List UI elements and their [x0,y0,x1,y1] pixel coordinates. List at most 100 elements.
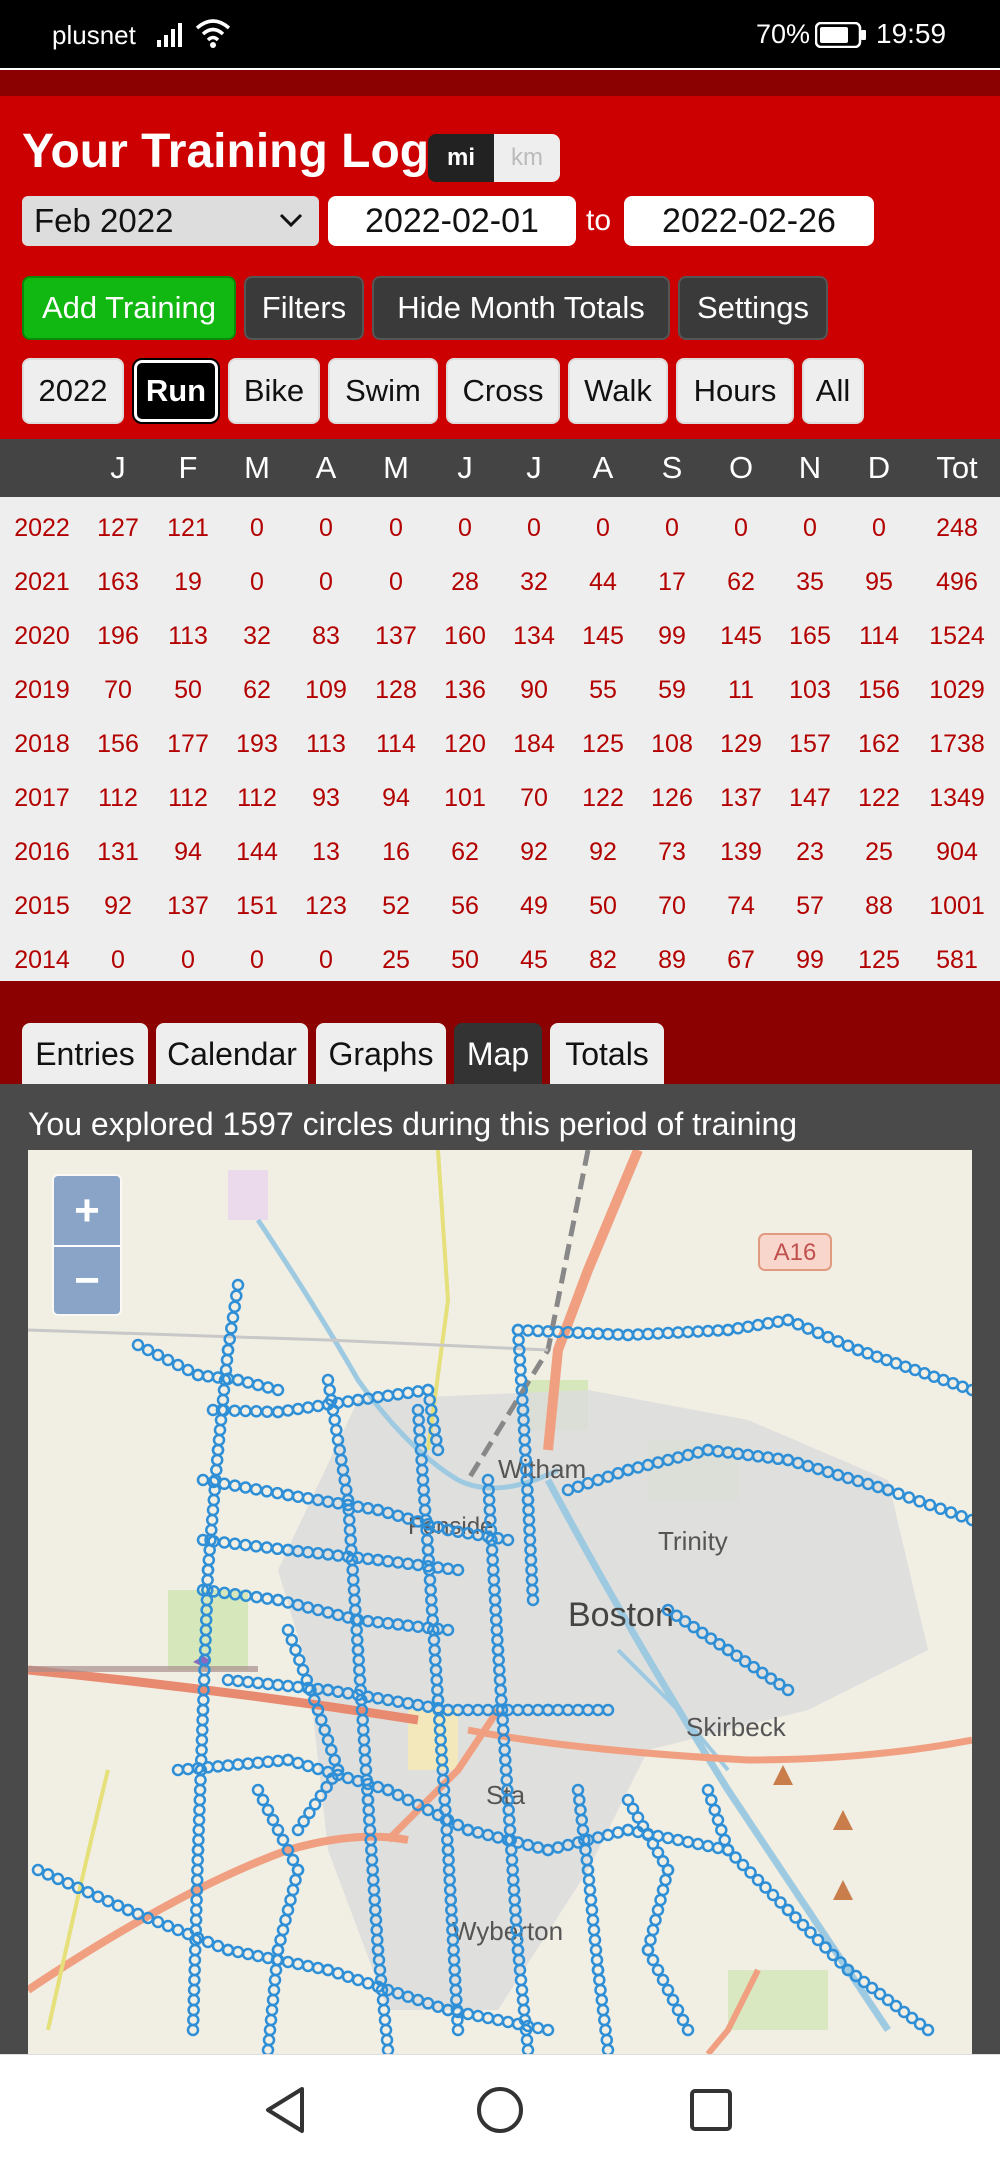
unit-km-option[interactable]: km [494,134,560,182]
sport-hours-button[interactable]: Hours [676,358,794,424]
add-training-button[interactable]: Add Training [22,276,236,340]
table-cell: 95 [865,568,893,596]
row-year[interactable]: 2016 [7,825,77,879]
zoom-in-button[interactable]: + [54,1176,120,1245]
place-label-wyberton: Wyberton [452,1916,563,1946]
table-cell: 496 [936,568,978,596]
column-header: J [526,450,542,485]
month-select[interactable]: Feb 2022 [22,196,319,246]
tab-map[interactable]: Map [454,1023,542,1085]
tab-calendar[interactable]: Calendar [156,1023,308,1085]
hide-month-totals-button[interactable]: Hide Month Totals [372,276,670,340]
row-year[interactable]: 2015 [7,879,77,933]
table-header: J F M A M J J A S O N D Tot [0,439,1000,497]
table-cell: 1029 [929,676,985,704]
table-cell: 144 [236,838,278,866]
table-cell: 89 [658,946,686,974]
back-icon[interactable] [262,2085,308,2135]
table-cell: 113 [306,730,346,758]
table-cell: 49 [520,892,548,920]
unit-mi-option[interactable]: mi [428,134,494,182]
sport-run-button[interactable]: Run [132,358,220,424]
table-row: 2020 196 113 32 83 137 160 134 145 99 145 165 114 152… [0,609,1000,663]
month-select-value: Feb 2022 [34,202,174,239]
row-year[interactable]: 2018 [7,717,77,771]
table-cell: 50 [451,946,479,974]
table-row: 2018 156 177 193 113 114 120 184 125 108 129 157 162… [0,717,1000,771]
row-year[interactable]: 2022 [7,501,77,555]
table-cell: 103 [789,676,831,704]
table-cell: 50 [174,676,202,704]
wifi-icon [195,19,231,48]
settings-button[interactable]: Settings [678,276,828,340]
table-cell: 56 [451,892,479,920]
table-cell: 184 [513,730,555,758]
table-cell: 0 [596,514,610,542]
date-to-input[interactable]: 2022-02-26 [624,196,874,246]
sport-swim-button[interactable]: Swim [328,358,438,424]
year-filter-button[interactable]: 2022 [22,358,124,424]
column-header: J [457,450,473,485]
table-cell: 28 [451,568,479,596]
row-year[interactable]: 2021 [7,555,77,609]
table-cell: 1738 [929,730,985,758]
table-cell: 0 [250,946,264,974]
table-cell: 0 [872,514,886,542]
place-label-trinity: Trinity [658,1526,728,1556]
recents-icon[interactable] [688,2087,734,2133]
table-cell: 137 [720,784,762,812]
table-row: 2019 70 50 62 109 128 136 90 55 59 11 103 156 1029 [0,663,1000,717]
date-from-input[interactable]: 2022-02-01 [328,196,576,246]
table-cell: 127 [97,514,139,542]
table-cell: 1001 [929,892,985,920]
table-cell: 92 [589,838,617,866]
monthly-totals-table: J F M A M J J A S O N D Tot 2022 127 121 0 0 0 0 0 0 0 0 0 0 248 2… [0,439,1000,981]
map-canvas[interactable]: A16 Witham Fenside Trinity Boston Skirbe… [28,1150,972,2054]
sport-all-button[interactable]: All [802,358,864,424]
sport-walk-button[interactable]: Walk [568,358,668,424]
table-cell: 62 [243,676,271,704]
sport-bike-button[interactable]: Bike [228,358,320,424]
table-cell: 248 [936,514,978,542]
view-tabs: Entries Calendar Graphs Map Totals [0,981,1000,1085]
table-cell: 0 [803,514,817,542]
row-year[interactable]: 2019 [7,663,77,717]
table-cell: 45 [520,946,548,974]
tab-entries[interactable]: Entries [22,1023,148,1085]
table-cell: 112 [237,784,277,812]
home-icon[interactable] [475,2085,525,2135]
table-cell: 0 [250,514,264,542]
table-cell: 99 [796,946,824,974]
tab-totals[interactable]: Totals [550,1023,664,1085]
column-header: S [661,450,683,485]
table-cell: 137 [167,892,209,920]
table-cell: 0 [527,514,541,542]
table-cell: 193 [236,730,278,758]
row-year[interactable]: 2017 [7,771,77,825]
table-cell: 25 [865,838,893,866]
table-cell: 120 [444,730,486,758]
table-cell: 113 [168,622,208,650]
table-cell: 121 [167,514,209,542]
table-cell: 11 [728,676,754,704]
table-cell: 0 [458,514,472,542]
unit-toggle[interactable]: mi km [428,134,560,182]
filters-button[interactable]: Filters [244,276,364,340]
clock: 19:59 [876,18,947,49]
sport-cross-button[interactable]: Cross [446,358,560,424]
zoom-out-button[interactable]: − [54,1245,120,1314]
tab-graphs[interactable]: Graphs [316,1023,446,1085]
table-cell: 112 [98,784,138,812]
table-cell: 73 [658,838,686,866]
table-cell: 50 [589,892,617,920]
table-cell: 93 [312,784,340,812]
table-cell: 165 [789,622,831,650]
table-cell: 123 [305,892,347,920]
table-cell: 177 [167,730,209,758]
table-cell: 59 [658,676,686,704]
map-view[interactable]: A16 Witham Fenside Trinity Boston Skirbe… [28,1150,972,2054]
row-year[interactable]: 2020 [7,609,77,663]
map-caption: You explored 1597 circles during this pe… [28,1106,798,1142]
carrier-label: plusnet [52,20,136,50]
row-year[interactable]: 2014 [7,933,77,987]
